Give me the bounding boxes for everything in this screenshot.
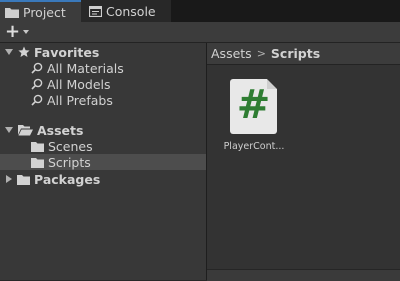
script-glyph: #	[236, 82, 271, 128]
tree-item-label: Scripts	[48, 154, 91, 170]
breadcrumb-assets[interactable]: Assets	[211, 46, 252, 61]
tree-item-scenes[interactable]: Scenes	[0, 138, 206, 154]
tree-item-label: Scenes	[48, 138, 93, 154]
project-toolbar: +	[0, 22, 400, 43]
tab-label: Console	[106, 3, 156, 19]
add-asset-button[interactable]: +	[2, 23, 32, 41]
expand-arrow-icon[interactable]	[5, 127, 13, 133]
breadcrumb: Assets > Scripts	[207, 43, 400, 65]
tab-bar: Project Console	[0, 0, 400, 22]
folder-icon	[5, 7, 19, 18]
expand-arrow-icon[interactable]	[6, 175, 12, 183]
tree-item-label: Assets	[37, 122, 84, 138]
tree-item-label: Favorites	[34, 44, 100, 60]
status-bar	[207, 269, 400, 281]
folder-icon	[31, 141, 44, 152]
tree-item-label: Packages	[34, 171, 101, 187]
asset-item[interactable]: # PlayerCont...	[219, 79, 289, 159]
asset-name: PlayerCont...	[223, 141, 285, 152]
star-icon	[18, 46, 30, 58]
expand-arrow-icon[interactable]	[5, 49, 13, 55]
tab-project[interactable]: Project	[0, 0, 81, 22]
folder-icon	[17, 174, 30, 185]
tree-item-all-models[interactable]: All Models	[0, 76, 206, 92]
search-icon	[31, 62, 43, 74]
search-icon	[31, 94, 43, 106]
tree-item-label: All Models	[47, 76, 111, 92]
tab-label: Project	[23, 4, 66, 20]
chevron-down-icon	[23, 30, 30, 34]
search-icon	[31, 78, 43, 90]
tab-console[interactable]: Console	[81, 0, 171, 22]
tree-item-label: All Prefabs	[47, 92, 113, 108]
breadcrumb-separator: >	[256, 47, 266, 60]
tree-item-all-prefabs[interactable]: All Prefabs	[0, 92, 206, 108]
asset-browser-panel: Assets > Scripts # PlayerCont...	[207, 43, 400, 281]
breadcrumb-scripts[interactable]: Scripts	[271, 46, 320, 61]
folder-open-icon	[18, 124, 33, 136]
plus-icon: +	[5, 21, 21, 42]
csharp-script-icon: #	[230, 79, 277, 134]
tree-item-favorites[interactable]: Favorites	[0, 44, 206, 60]
tree-item-scripts[interactable]: Scripts	[0, 154, 206, 170]
tree-item-packages[interactable]: Packages	[0, 171, 206, 187]
folder-tree-panel: Favorites All Materials All Models All P…	[0, 43, 206, 280]
folder-icon	[31, 157, 44, 168]
console-icon	[89, 5, 102, 17]
tree-item-assets[interactable]: Assets	[0, 122, 206, 138]
tree-item-all-materials[interactable]: All Materials	[0, 60, 206, 76]
tree-item-label: All Materials	[47, 60, 124, 76]
